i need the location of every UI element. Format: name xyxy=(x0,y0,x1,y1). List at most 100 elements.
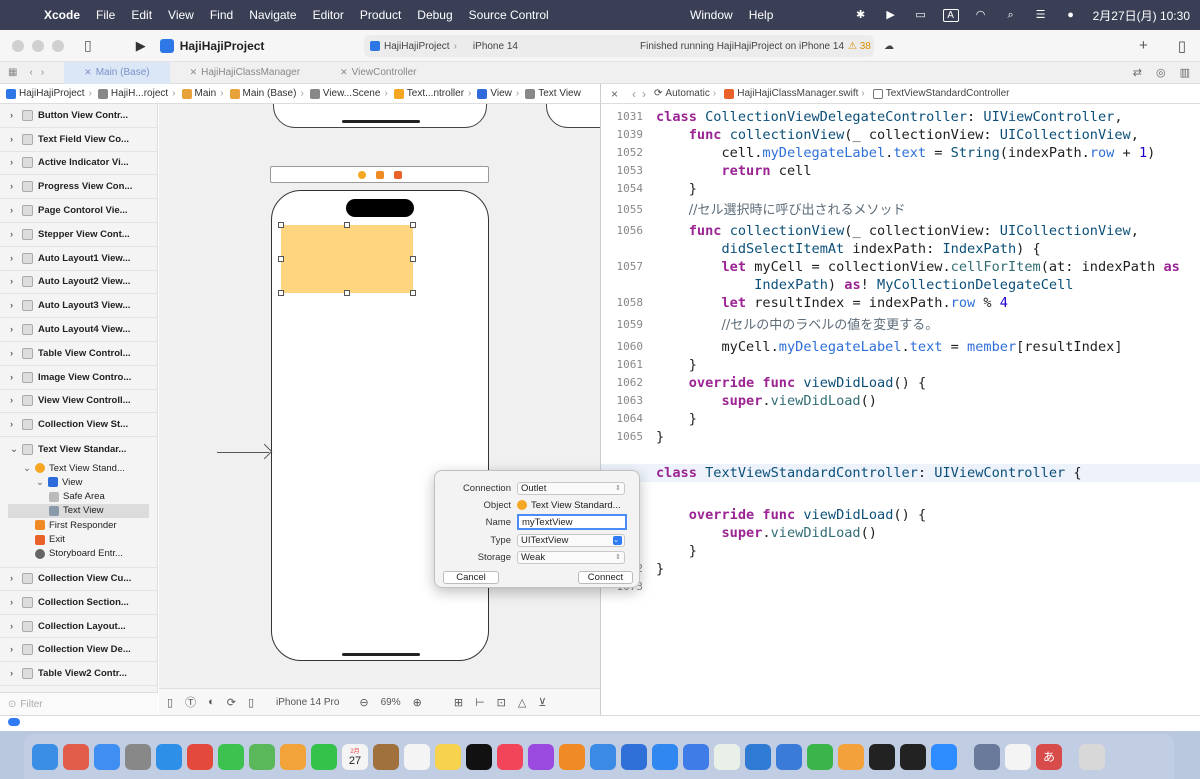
outline-scene[interactable]: › Text Field View Co... xyxy=(0,128,157,152)
menubar-clock[interactable]: 2月27日(月) 10:30 xyxy=(1093,7,1190,24)
update-frames-icon[interactable]: ⊞ xyxy=(454,696,463,709)
close-editor-icon[interactable]: × xyxy=(611,87,618,101)
device-selector[interactable]: iPhone 14 Pro xyxy=(276,697,339,708)
menu-item[interactable]: Window xyxy=(682,8,741,22)
code-line[interactable]: super.viewDidLoad() xyxy=(601,524,1200,542)
entry-point-arrow-icon[interactable] xyxy=(217,452,269,453)
connect-button[interactable]: Connect xyxy=(578,571,633,584)
menu-item[interactable]: Product xyxy=(352,8,409,22)
finder-icon[interactable] xyxy=(32,743,58,770)
code-line[interactable]: 1063 super.viewDidLoad() xyxy=(601,392,1200,410)
orientation-icon[interactable]: ⟳ xyxy=(227,696,236,709)
calendar-icon[interactable]: 2月 27 xyxy=(342,743,368,770)
destination-selector[interactable]: iPhone 14 xyxy=(473,41,518,52)
editor-tab[interactable]: ✕ ViewController xyxy=(320,62,436,84)
code-line[interactable]: 1052 cell.myDelegateLabel.text = String(… xyxy=(601,144,1200,162)
menu-item[interactable]: File xyxy=(88,8,123,22)
storyboard-canvas[interactable] xyxy=(159,104,600,688)
zoom-in-icon[interactable]: ⊕ xyxy=(413,696,422,709)
run-button[interactable]: ▶ xyxy=(136,38,146,54)
cloud-icon[interactable]: ☁ xyxy=(884,41,894,52)
chevron-right-icon[interactable]: › xyxy=(10,348,22,359)
code-line[interactable]: 1064 } xyxy=(601,410,1200,428)
resolve-issues-icon[interactable]: △ xyxy=(518,696,526,709)
split-editor-icon[interactable]: ▥ xyxy=(1180,66,1190,79)
zoom-out-icon[interactable]: ⊖ xyxy=(359,696,368,709)
jump-bar-crumb[interactable]: Main xyxy=(176,88,216,99)
bluetooth-icon[interactable]: ✱ xyxy=(853,9,869,21)
warning-count[interactable]: ⚠ 38 xyxy=(848,41,871,52)
resize-handle[interactable] xyxy=(344,290,350,296)
keynote-icon[interactable] xyxy=(776,743,802,770)
code-line[interactable]: 1054 } xyxy=(601,180,1200,198)
books-icon[interactable] xyxy=(559,743,585,770)
jump-file[interactable]: HajiHajiClassManager.swift › xyxy=(716,88,865,99)
editor-back-icon[interactable]: ‹ xyxy=(632,87,636,101)
chevron-down-icon[interactable]: ⌄ xyxy=(36,477,48,488)
outline-scene[interactable]: › Page Contorol Vie... xyxy=(0,199,157,223)
kotoeri-icon[interactable]: あ xyxy=(1036,743,1062,770)
exit-dock-icon[interactable] xyxy=(393,170,402,179)
zoom-window-button[interactable] xyxy=(52,39,64,52)
minimize-window-button[interactable] xyxy=(32,39,44,52)
jump-bar-crumb[interactable]: View xyxy=(471,88,512,99)
notes-icon[interactable] xyxy=(435,743,461,770)
jump-bar-crumb[interactable]: Main (Base) xyxy=(224,88,296,99)
menu-item[interactable]: Source Control xyxy=(461,8,557,22)
chevron-right-icon[interactable]: › xyxy=(10,276,22,287)
jump-symbol[interactable]: TextViewStandardController xyxy=(865,88,1010,99)
menu-app-name[interactable]: Xcode xyxy=(36,8,88,22)
code-line[interactable]: 1062 override func viewDidLoad() { xyxy=(601,374,1200,392)
close-window-button[interactable] xyxy=(12,39,24,52)
chevron-right-icon[interactable]: › xyxy=(10,134,22,145)
outline-scene[interactable]: › Collection View Cu... xyxy=(0,567,157,591)
type-select[interactable]: UITextView ⌄ xyxy=(517,533,625,547)
chevron-right-icon[interactable]: › xyxy=(10,157,22,168)
music-icon[interactable] xyxy=(497,743,523,770)
view-controller-dock-icon[interactable] xyxy=(357,170,366,179)
code-line[interactable]: 1053 return cell xyxy=(601,162,1200,180)
outline-scene[interactable]: › Auto Layout2 View... xyxy=(0,271,157,295)
resize-handle[interactable] xyxy=(344,222,350,228)
code-line[interactable]: 1031 class CollectionViewDelegateControll… xyxy=(601,108,1200,126)
trait-icon[interactable]: Ⓣ xyxy=(185,694,196,710)
outline-filter[interactable]: ⊙ Filter xyxy=(0,692,158,715)
outline-scene[interactable]: › Auto Layout3 View... xyxy=(0,294,157,319)
chevron-right-icon[interactable]: › xyxy=(10,205,22,216)
jump-bar-crumb[interactable]: HajiHajiProject xyxy=(0,88,85,99)
chevron-right-icon[interactable]: › xyxy=(10,324,22,335)
control-center-icon[interactable]: ☰ xyxy=(1033,9,1049,21)
jump-bar-crumb[interactable]: View...Scene xyxy=(304,88,380,99)
outline-toggle-icon[interactable]: ▯ xyxy=(167,696,173,709)
xcode-icon[interactable] xyxy=(590,743,616,770)
outline-item[interactable]: Text View xyxy=(8,503,149,519)
code-line[interactable]: 1057 let myCell = collectionView.cellFor… xyxy=(601,258,1200,276)
podcasts-icon[interactable] xyxy=(528,743,554,770)
jump-bar-crumb[interactable]: Text...ntroller xyxy=(388,88,464,99)
wifi-icon[interactable]: ◠ xyxy=(973,9,989,21)
outline-scene[interactable]: › Table View2 Contr... xyxy=(0,662,157,687)
resize-handle[interactable] xyxy=(278,256,284,262)
chevron-right-icon[interactable]: › xyxy=(10,253,22,264)
outline-scene[interactable]: › Auto Layout4 View... xyxy=(0,318,157,342)
vscode-icon[interactable] xyxy=(745,743,771,770)
navigator-toggle-icon[interactable]: ▯ xyxy=(84,37,92,54)
spotlight-icon[interactable]: ⌕ xyxy=(1003,9,1019,21)
outline-scene[interactable]: ⌄ Text View Standar... xyxy=(0,437,157,461)
pages-icon[interactable] xyxy=(838,743,864,770)
device-frame-icon[interactable]: ▯ xyxy=(248,696,254,709)
siri-icon[interactable]: ● xyxy=(1063,9,1079,21)
outline-scene[interactable]: › Stepper View Cont... xyxy=(0,223,157,247)
outline-scene[interactable]: › Auto Layout1 View... xyxy=(0,247,157,271)
outline-scene[interactable]: › Image View Contro... xyxy=(0,366,157,390)
outline-scene[interactable]: › Collection View St... xyxy=(0,413,157,438)
resize-handle[interactable] xyxy=(278,222,284,228)
forward-icon[interactable]: › xyxy=(41,67,44,78)
numbers2-icon[interactable] xyxy=(807,743,833,770)
simulator-icon[interactable] xyxy=(621,743,647,770)
connection-select[interactable]: Outlet ⇕ xyxy=(517,481,625,495)
preview-icon[interactable] xyxy=(974,743,1000,770)
outline-item[interactable]: Exit xyxy=(0,532,157,546)
launchpad-icon[interactable] xyxy=(63,743,89,770)
add-icon[interactable]: + xyxy=(1139,37,1148,55)
